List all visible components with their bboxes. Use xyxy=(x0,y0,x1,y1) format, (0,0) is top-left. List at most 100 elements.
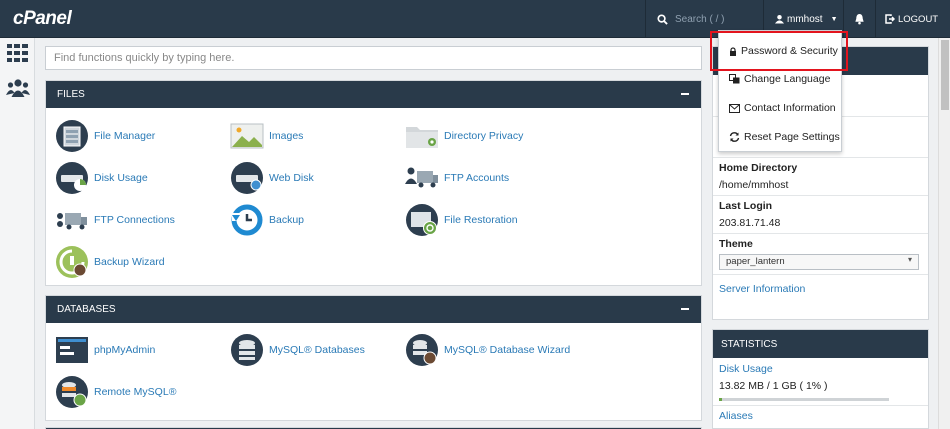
disk-usage-stat-value: 13.82 MB / 1 GB ( 1% ) xyxy=(719,380,828,392)
server-info-row: Server Information xyxy=(713,274,928,299)
contact-information-item[interactable]: Contact Information xyxy=(719,94,843,122)
refresh-icon xyxy=(729,132,740,142)
home-directory-label: Home Directory xyxy=(719,162,798,174)
directory-privacy-label: Directory Privacy xyxy=(444,130,524,142)
grid-icon[interactable] xyxy=(7,44,29,66)
last-login-label: Last Login xyxy=(719,200,773,212)
directory-privacy-link[interactable]: Directory Privacy xyxy=(405,118,523,154)
select-caret-icon: ▾ xyxy=(907,255,912,264)
web-disk-icon xyxy=(230,161,264,195)
backup-link[interactable]: Backup xyxy=(230,202,304,238)
mysql-databases-label: MySQL® Databases xyxy=(269,344,365,356)
user-icon xyxy=(775,14,784,24)
quick-search-placeholder: Find functions quickly by typing here. xyxy=(54,52,235,64)
quick-search-input[interactable]: Find functions quickly by typing here. xyxy=(45,46,702,70)
scrollbar-thumb[interactable] xyxy=(941,40,949,110)
chevron-down-icon: ▼ xyxy=(830,15,838,23)
logout-icon xyxy=(885,14,895,24)
language-icon xyxy=(729,74,740,84)
logout-label: LOGOUT xyxy=(898,13,939,25)
web-disk-link[interactable]: Web Disk xyxy=(230,160,314,196)
disk-usage-label: Disk Usage xyxy=(94,172,148,184)
ftp-accounts-icon xyxy=(405,161,439,195)
disk-usage-stat-link[interactable]: Disk Usage xyxy=(719,363,922,375)
disk-usage-stat: Disk Usage 13.82 MB / 1 GB ( 1% ) xyxy=(713,358,928,405)
header-search-placeholder: Search ( / ) xyxy=(675,13,725,25)
username: mmhost xyxy=(787,13,823,25)
disk-usage-icon xyxy=(55,161,89,195)
theme-select[interactable]: paper_lantern ▾ xyxy=(719,254,919,270)
phpmyadmin-icon xyxy=(55,333,89,367)
home-directory-value: /home/mmhost xyxy=(719,179,789,191)
last-login-value: 203.81.71.48 xyxy=(719,217,781,229)
server-information-link[interactable]: Server Information xyxy=(719,283,805,295)
phpmyadmin-label: phpMyAdmin xyxy=(94,344,156,356)
bell-icon xyxy=(855,13,864,25)
backup-wizard-icon xyxy=(55,245,89,279)
file-restoration-icon xyxy=(405,203,439,237)
file-restoration-label: File Restoration xyxy=(444,214,518,226)
remote-mysql-label: Remote MySQL® xyxy=(94,386,177,398)
files-panel-header[interactable]: FILES xyxy=(46,81,701,108)
home-directory-row: Home Directory /home/mmhost xyxy=(713,157,928,195)
ftp-accounts-link[interactable]: FTP Accounts xyxy=(405,160,509,196)
theme-row: Theme paper_lantern ▾ xyxy=(713,233,928,274)
reset-page-settings-label: Reset Page Settings xyxy=(744,131,840,143)
backup-label: Backup xyxy=(269,214,305,226)
remote-mysql-icon xyxy=(55,375,89,409)
ftp-accounts-label: FTP Accounts xyxy=(444,172,510,184)
logout-button[interactable]: LOGOUT xyxy=(875,0,950,38)
theme-label: Theme xyxy=(719,238,753,250)
search-icon xyxy=(657,13,668,25)
backup-wizard-link[interactable]: Backup Wizard xyxy=(55,244,165,280)
last-login-row: Last Login 203.81.71.48 xyxy=(713,195,928,233)
ftp-connections-link[interactable]: FTP Connections xyxy=(55,202,175,238)
aliases-link[interactable]: Aliases xyxy=(719,410,922,422)
statistics-header: STATISTICS xyxy=(713,330,928,358)
file-manager-icon xyxy=(55,119,89,153)
main-content: Find functions quickly by typing here. F… xyxy=(35,38,708,429)
mysql-wizard-icon xyxy=(405,333,439,367)
folder-privacy-icon xyxy=(405,119,439,153)
collapse-icon[interactable] xyxy=(681,93,689,95)
databases-panel-header[interactable]: DATABASES xyxy=(46,296,701,323)
file-manager-link[interactable]: File Manager xyxy=(55,118,155,154)
statistics-title: STATISTICS xyxy=(721,338,778,350)
disk-usage-bar xyxy=(719,398,889,401)
images-link[interactable]: Images xyxy=(230,118,303,154)
disk-usage-bar-fill xyxy=(719,398,722,401)
file-manager-label: File Manager xyxy=(94,130,156,142)
remote-mysql-link[interactable]: Remote MySQL® xyxy=(55,374,176,410)
cpanel-logo[interactable]: cPanel xyxy=(13,8,72,30)
statistics-panel: STATISTICS Disk Usage 13.82 MB / 1 GB ( … xyxy=(712,329,929,429)
change-language-label: Change Language xyxy=(744,73,831,85)
files-panel: FILES File Manager Images Directory Priv… xyxy=(45,80,702,286)
page-scrollbar[interactable] xyxy=(938,38,950,429)
mysql-databases-icon xyxy=(230,333,264,367)
ftp-connections-label: FTP Connections xyxy=(94,214,175,226)
file-restoration-link[interactable]: File Restoration xyxy=(405,202,518,238)
collapse-icon[interactable] xyxy=(681,308,689,310)
databases-panel: DATABASES phpMyAdmin MySQL® Databases My… xyxy=(45,295,702,421)
backup-wizard-label: Backup Wizard xyxy=(94,256,165,268)
images-label: Images xyxy=(269,130,304,142)
mysql-databases-link[interactable]: MySQL® Databases xyxy=(230,332,365,368)
theme-select-value: paper_lantern xyxy=(726,256,785,267)
users-icon[interactable] xyxy=(6,78,30,100)
web-disk-label: Web Disk xyxy=(269,172,314,184)
backup-icon xyxy=(230,203,264,237)
mysql-wizard-link[interactable]: MySQL® Database Wizard xyxy=(405,332,570,368)
mysql-wizard-label: MySQL® Database Wizard xyxy=(444,344,571,356)
images-icon xyxy=(230,119,264,153)
left-rail xyxy=(0,38,35,429)
ftp-connections-icon xyxy=(55,203,89,237)
envelope-icon xyxy=(729,103,740,113)
databases-panel-title: DATABASES xyxy=(57,304,116,315)
disk-usage-link[interactable]: Disk Usage xyxy=(55,160,148,196)
phpmyadmin-link[interactable]: phpMyAdmin xyxy=(55,332,155,368)
aliases-stat: Aliases xyxy=(713,405,928,426)
reset-page-settings-item[interactable]: Reset Page Settings xyxy=(719,123,843,151)
highlight-box xyxy=(710,31,848,71)
contact-information-label: Contact Information xyxy=(744,102,836,114)
files-panel-title: FILES xyxy=(57,89,85,100)
